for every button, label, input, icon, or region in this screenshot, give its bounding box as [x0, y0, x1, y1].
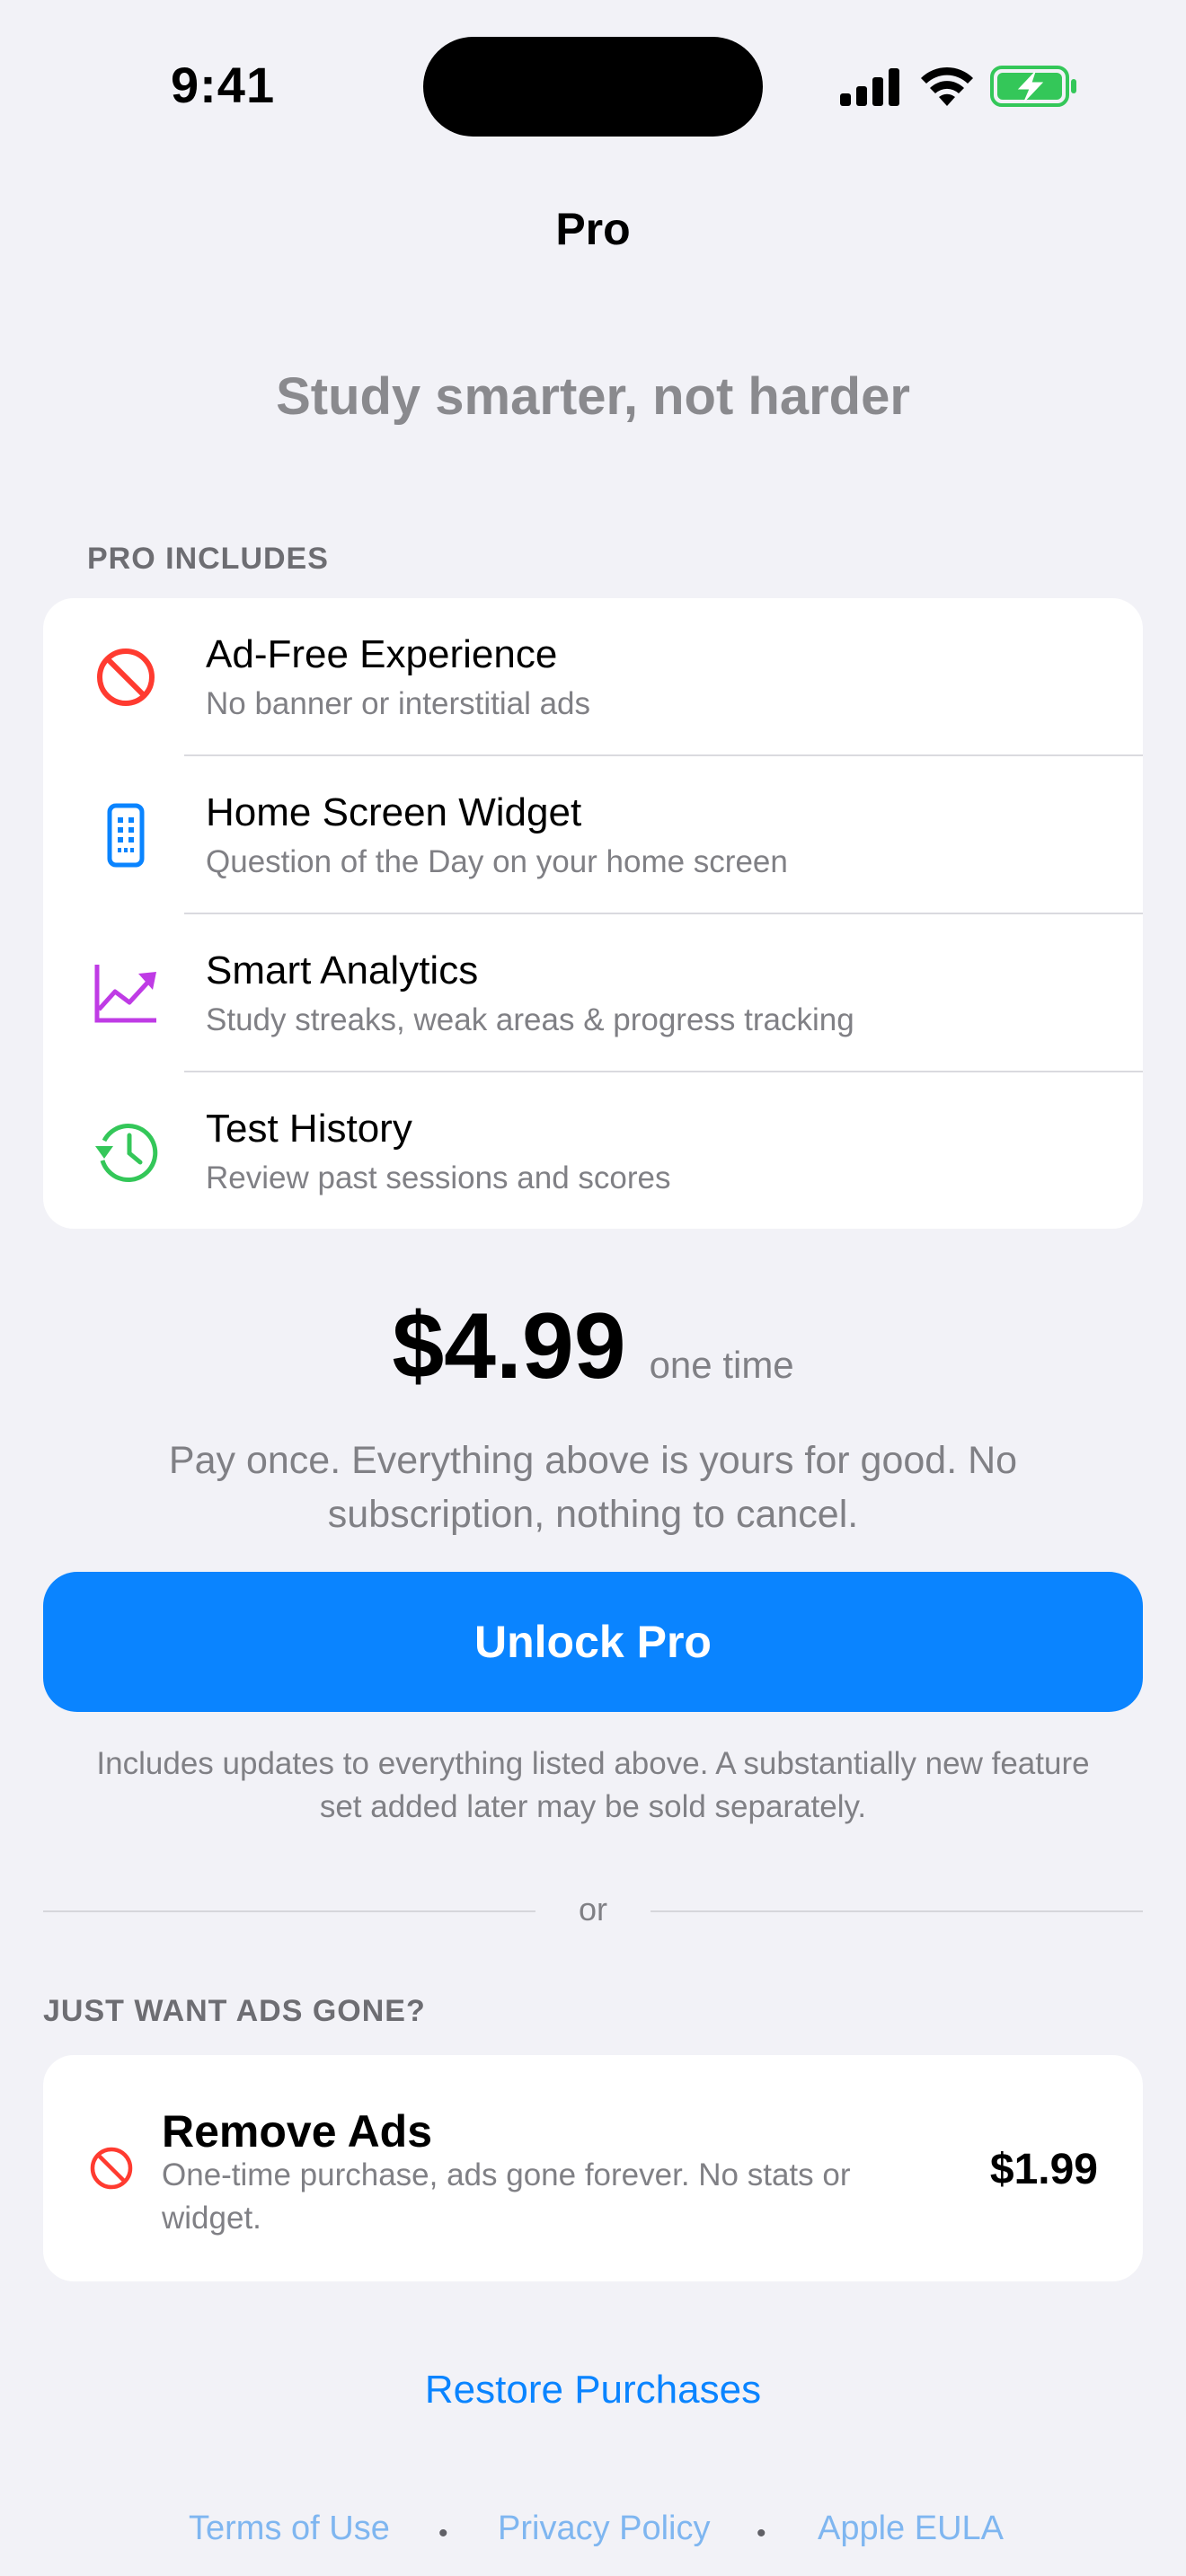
price: $4.99	[392, 1294, 626, 1398]
feature-title: Ad-Free Experience	[206, 632, 558, 676]
battery-charging-icon	[990, 66, 1076, 107]
feature-title: Test History	[206, 1107, 412, 1151]
price-suffix: one time	[649, 1344, 794, 1386]
apple-eula-link[interactable]: Apple EULA	[818, 2510, 1004, 2548]
features-list: Ad-Free Experience No banner or intersti…	[43, 598, 1143, 1229]
feature-test-history: Test History Review past sessions and sc…	[43, 1072, 1143, 1231]
paywall-screen: 9:41 Pro Study smarter, not harder PRO I…	[0, 0, 1186, 2576]
privacy-policy-link[interactable]: Privacy Policy	[498, 2510, 711, 2548]
feature-subtitle: Study streaks, weak areas & progress tra…	[206, 1002, 854, 1037]
feature-subtitle: Question of the Day on your home screen	[206, 844, 788, 879]
or-text: or	[578, 1891, 607, 1928]
remove-ads-subtitle: One-time purchase, ads gone forever. No …	[162, 2157, 851, 2236]
feature-ad-free: Ad-Free Experience No banner or intersti…	[43, 598, 1143, 756]
restore-purchases-link[interactable]: Restore Purchases	[0, 2368, 1186, 2413]
feature-title: Smart Analytics	[206, 948, 479, 992]
cellular-signal-icon	[840, 68, 899, 106]
footer-separator: •	[757, 2519, 766, 2548]
tagline: Study smarter, not harder	[276, 367, 910, 426]
feature-title: Home Screen Widget	[206, 790, 582, 834]
nav-title: Pro	[555, 204, 631, 254]
no-ads-icon	[90, 2147, 133, 2190]
status-time: 9:41	[171, 57, 276, 113]
terms-of-use-link[interactable]: Terms of Use	[189, 2510, 390, 2548]
remove-ads-header: JUST WANT ADS GONE?	[43, 1994, 426, 2028]
feature-subtitle: No banner or interstitial ads	[206, 686, 590, 721]
footer-links: Terms of Use • Privacy Policy • Apple EU…	[0, 2510, 1186, 2554]
remove-ads-price: $1.99	[989, 2146, 1098, 2193]
dynamic-island	[423, 37, 763, 137]
price-row: $4.99 one time	[0, 1293, 1186, 1400]
widget-icon	[107, 803, 145, 868]
status-bar: 9:41	[0, 0, 1186, 153]
footer-separator: •	[438, 2519, 448, 2548]
unlock-pro-button[interactable]: Unlock Pro	[43, 1572, 1143, 1712]
feature-subtitle: Review past sessions and scores	[206, 1160, 671, 1195]
wifi-icon	[921, 66, 973, 106]
separator-line	[651, 1910, 1143, 1912]
remove-ads-option[interactable]: Remove Ads One-time purchase, ads gone f…	[43, 2055, 1143, 2281]
price-description: Pay once. Everything above is yours for …	[168, 1439, 1018, 1536]
no-ads-icon	[97, 648, 155, 706]
pro-includes-header: PRO INCLUDES	[87, 542, 329, 576]
remove-ads-title: Remove Ads	[162, 2106, 433, 2157]
history-icon	[95, 1124, 158, 1182]
feature-widget: Home Screen Widget Question of the Day o…	[43, 756, 1143, 914]
or-separator: or	[43, 1889, 1143, 1934]
feature-analytics: Smart Analytics Study streaks, weak area…	[43, 914, 1143, 1072]
fine-print: Includes updates to everything listed ab…	[96, 1746, 1090, 1824]
chart-icon	[94, 965, 156, 1023]
